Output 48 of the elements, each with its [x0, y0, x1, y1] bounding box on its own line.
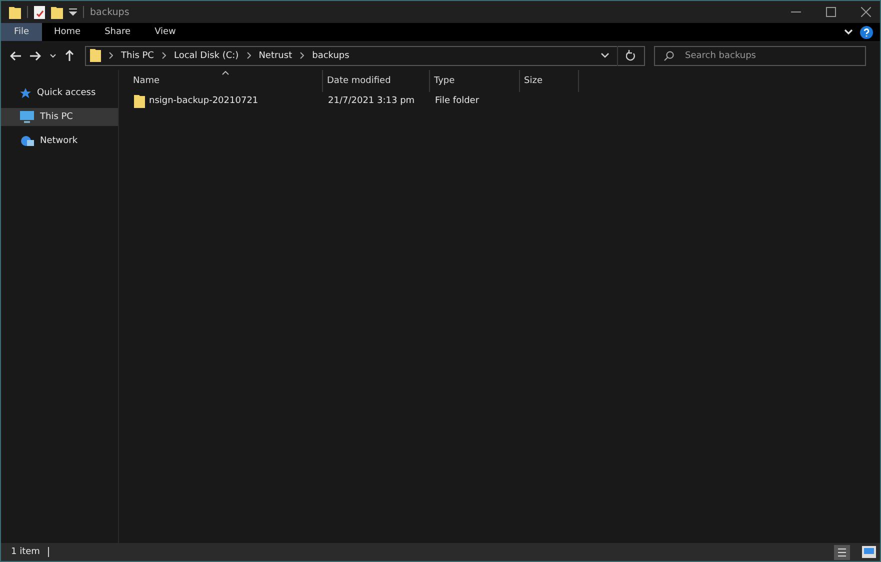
search-field[interactable]: Search backups	[654, 46, 866, 66]
ribbon-tab[interactable]: Share	[92, 23, 143, 41]
help-icon[interactable]	[860, 26, 873, 38]
sort-caret-icon	[222, 71, 229, 75]
folder-icon[interactable]	[51, 6, 63, 18]
ribbon-tab[interactable]: View	[142, 23, 188, 41]
sidebar-item[interactable]: Quick access	[1, 84, 118, 102]
file-name[interactable]: nsign-backup-20210721	[129, 92, 323, 110]
chevron-right-icon[interactable]	[162, 52, 166, 59]
table-cell-text: 21/7/2021 3:13 pm	[327, 95, 416, 108]
folder-icon	[134, 94, 145, 108]
breadcrumb[interactable]: Netrust	[258, 50, 292, 60]
ribbon-tab[interactable]: Home	[42, 23, 93, 41]
chevron-down-icon[interactable]	[50, 54, 56, 58]
details-view-icon[interactable]	[834, 544, 850, 560]
network-icon	[20, 135, 34, 147]
close-icon[interactable]	[861, 7, 871, 17]
table-cell-text: File folder	[434, 95, 480, 108]
column-header[interactable]: Size	[520, 70, 579, 92]
folder-icon	[90, 49, 101, 62]
breadcrumb[interactable]: Local Disk (C:)	[174, 50, 239, 60]
column-header[interactable]: Type	[430, 70, 520, 92]
search-icon	[664, 50, 674, 60]
breadcrumb[interactable]: backups	[312, 50, 350, 60]
refresh-icon[interactable]	[626, 50, 636, 61]
chevron-right-icon[interactable]	[246, 52, 251, 59]
column-header[interactable]: Date modified	[323, 70, 430, 92]
back-arrow-icon[interactable]	[10, 50, 21, 60]
chevron-down-icon[interactable]	[844, 29, 853, 35]
dropdown-icon[interactable]	[69, 8, 77, 16]
chevron-right-icon[interactable]	[300, 52, 304, 59]
sidebar-item[interactable]: This PC	[1, 108, 118, 126]
column-header[interactable]: Name	[129, 70, 323, 92]
ribbon-tab[interactable]: File	[1, 23, 42, 41]
item-count: 1 item	[11, 547, 40, 557]
folder-icon[interactable]	[9, 6, 21, 18]
chevron-down-icon[interactable]	[601, 53, 609, 58]
maximize-icon[interactable]	[826, 7, 836, 17]
address-bar[interactable]: This PC Local Disk (C:) Netrust backups	[85, 46, 645, 66]
breadcrumb[interactable]: This PC	[121, 50, 154, 60]
properties-icon[interactable]	[34, 6, 45, 18]
window-title: backups	[90, 6, 130, 18]
monitor-icon	[20, 111, 34, 123]
sidebar-item[interactable]: Network	[1, 132, 118, 150]
up-arrow-icon[interactable]	[65, 50, 74, 61]
chevron-right-icon[interactable]	[109, 52, 113, 59]
forward-arrow-icon[interactable]	[30, 50, 41, 60]
star-icon	[20, 88, 31, 98]
